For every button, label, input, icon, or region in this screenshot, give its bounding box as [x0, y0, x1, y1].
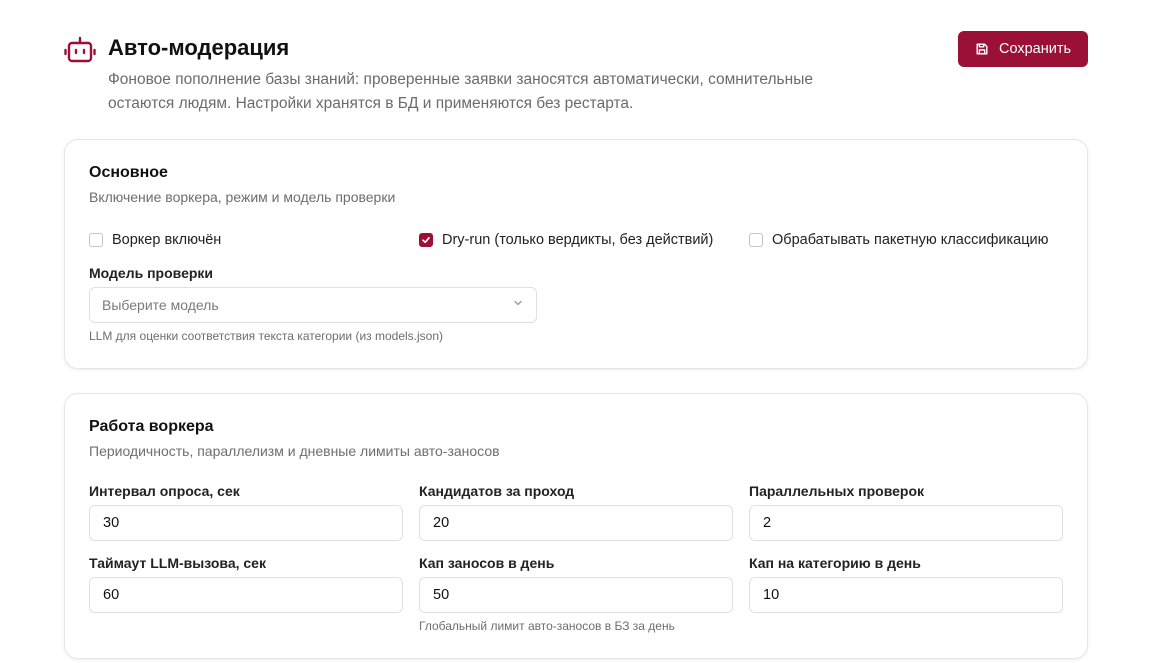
model-select[interactable]: Выберите модель [89, 287, 537, 323]
parallel-checks-label: Параллельных проверок [749, 483, 925, 499]
model-select-placeholder: Выберите модель [102, 297, 219, 313]
daily-cap-hint: Глобальный лимит авто-заносов в БЗ за де… [419, 619, 675, 633]
candidates-per-pass-label: Кандидатов за проход [419, 483, 575, 499]
save-button-label: Сохранить [998, 41, 1072, 57]
main-card-title: Основное [89, 164, 168, 181]
worker-enabled-label: Воркер включён [112, 232, 222, 248]
chevron-down-icon [512, 296, 524, 314]
batch-classification-label: Обрабатывать пакетную классификацию [772, 232, 1049, 248]
checkmark-icon [422, 236, 430, 244]
batch-classification-checkbox[interactable] [749, 233, 763, 247]
worker-enabled-checkbox-row[interactable]: Воркер включён [89, 232, 221, 248]
batch-classification-checkbox-row[interactable]: Обрабатывать пакетную классификацию [749, 232, 1048, 248]
worker-settings-card: Работа воркера Периодичность, параллелиз… [64, 393, 1088, 659]
dry-run-checkbox[interactable] [419, 233, 433, 247]
save-button[interactable]: Сохранить [958, 31, 1088, 67]
dry-run-checkbox-row[interactable]: Dry-run (только вердикты, без действий) [419, 232, 713, 248]
llm-timeout-label: Таймаут LLM-вызова, сек [89, 555, 266, 571]
main-settings-card: Основное Включение воркера, режим и моде… [64, 139, 1088, 369]
main-card-description: Включение воркера, режим и модель провер… [89, 189, 396, 205]
floppy-disk-icon [975, 42, 989, 56]
worker-enabled-checkbox[interactable] [89, 233, 103, 247]
category-daily-cap-label: Кап на категорию в день [749, 555, 921, 571]
page-title: Авто-модерация [108, 35, 290, 60]
model-label: Модель проверки [89, 265, 214, 281]
worker-card-title: Работа воркера [89, 418, 214, 435]
daily-cap-label: Кап заносов в день [419, 555, 555, 571]
poll-interval-input[interactable] [89, 505, 403, 541]
model-hint: LLM для оценки соответствия текста катег… [89, 329, 444, 343]
category-daily-cap-input[interactable] [749, 577, 1063, 613]
auto-moderation-page: Авто-модерация Фоновое пополнение базы з… [0, 0, 1152, 663]
dry-run-label: Dry-run (только вердикты, без действий) [442, 232, 714, 248]
parallel-checks-input[interactable] [749, 505, 1063, 541]
worker-card-description: Периодичность, параллелизм и дневные лим… [89, 443, 500, 459]
candidates-per-pass-input[interactable] [419, 505, 733, 541]
daily-cap-input[interactable] [419, 577, 733, 613]
robot-icon [64, 36, 96, 64]
poll-interval-label: Интервал опроса, сек [89, 483, 240, 499]
llm-timeout-input[interactable] [89, 577, 403, 613]
page-subtitle: Фоновое пополнение базы знаний: проверен… [108, 71, 813, 112]
